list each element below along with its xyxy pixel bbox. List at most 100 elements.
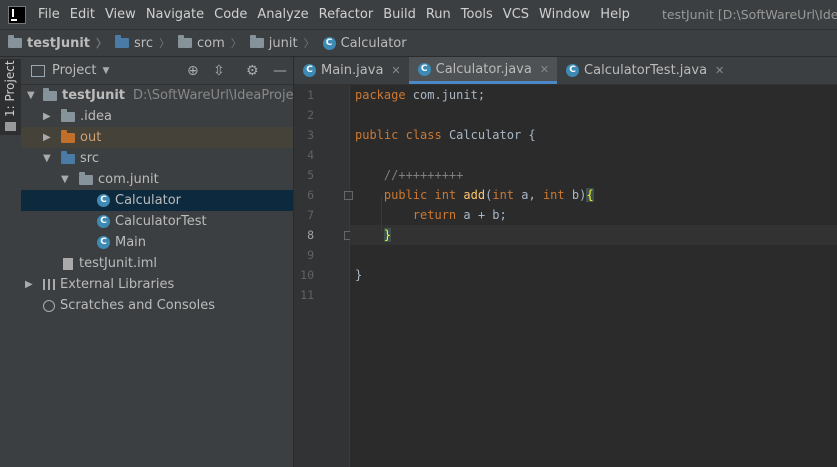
tree-item-out[interactable]: ▶ out [21,127,293,148]
left-tool-strip: 1: Project [0,57,22,467]
project-view-icon [31,64,45,77]
line-number-current: 8 [307,228,314,242]
tab-main-java[interactable]: C Main.java ✕ [294,57,409,84]
chevron-right-icon: 〉 [159,37,170,50]
menu-run[interactable]: Run [426,7,451,22]
menu-window[interactable]: Window [539,7,590,22]
chevron-right-icon: 〉 [303,37,315,50]
scratches-icon [43,299,55,312]
folder-icon [5,122,16,131]
tree-item-idea[interactable]: ▶ .idea [21,106,293,127]
java-main-class-icon: C [97,236,110,249]
breadcrumb: testJunit 〉 src 〉 com 〉 junit 〉 C Calcul… [0,29,837,57]
line-number: 4 [307,148,314,162]
hide-panel-icon[interactable]: — [273,63,287,79]
locate-target-icon[interactable]: ⊕ [187,63,199,79]
caret-line-highlight [350,225,837,245]
close-icon[interactable]: ✕ [391,64,400,77]
menu-edit[interactable]: Edit [70,7,95,22]
breadcrumb-junit[interactable]: junit 〉 [249,35,315,51]
line-number: 11 [300,288,314,302]
code-line-6: public int add(int a, int b){ [383,188,594,202]
project-tool-tab-label: 1: Project [3,60,17,117]
collapse-all-icon[interactable]: ⇳ [213,63,225,79]
java-class-icon: C [97,194,110,207]
code-line-1: package com.junit; [355,88,486,102]
source-folder-icon [115,35,130,48]
project-panel-header: Project ▼ ⊕ ⇳ ⚙ — [21,57,293,85]
java-class-icon: C [417,62,431,76]
tree-item-iml[interactable]: testJunit.iml [21,253,293,274]
breadcrumb-project[interactable]: testJunit 〉 [8,35,107,51]
project-panel: Project ▼ ⊕ ⇳ ⚙ — ▼ testJunit D:\SoftWar… [21,57,294,467]
tree-item-root[interactable]: ▼ testJunit D:\SoftWareUrl\IdeaProjects\… [21,85,293,106]
menu-view[interactable]: View [105,7,136,22]
breadcrumb-src[interactable]: src 〉 [115,35,170,51]
menu-tools[interactable]: Tools [461,7,493,22]
close-icon[interactable]: ✕ [715,64,724,77]
line-number: 7 [307,208,314,222]
breadcrumb-file[interactable]: C Calculator [322,36,407,51]
menu-bar: File Edit View Navigate Code Analyze Ref… [0,0,837,29]
expand-arrow-icon[interactable]: ▼ [61,169,69,190]
menu-file[interactable]: File [38,7,60,22]
tree-item-calculator[interactable]: C Calculator [21,190,293,211]
tab-calculator-java[interactable]: C Calculator.java ✕ [408,57,558,84]
package-icon [178,35,192,48]
iml-file-icon [63,257,73,270]
code-editor[interactable]: package com.junit; public class Calculat… [350,85,837,467]
code-line-8: } [383,228,392,242]
java-test-class-icon: C [97,215,110,228]
collapse-arrow-icon[interactable]: ▶ [43,106,51,127]
chevron-right-icon: 〉 [230,37,242,50]
menu-analyze[interactable]: Analyze [257,7,308,22]
package-icon [249,35,264,48]
chevron-down-icon[interactable]: ▼ [102,66,109,76]
editor-tabs: C Main.java ✕ C Calculator.java ✕ C Calc… [294,57,837,85]
expand-arrow-icon[interactable]: ▼ [27,85,35,106]
menu-build[interactable]: Build [383,7,416,22]
project-view-selector[interactable]: Project [52,63,96,78]
source-folder-icon [61,150,75,164]
line-number: 9 [307,248,314,262]
java-class-icon: C [322,36,336,50]
library-icon [43,279,55,290]
tree-item-external-libraries[interactable]: ▶ External Libraries [21,274,293,295]
menu-navigate[interactable]: Navigate [146,7,204,22]
tree-item-package[interactable]: ▼ com.junit [21,169,293,190]
line-number: 6 [307,188,314,202]
line-number: 10 [300,268,314,282]
tree-item-main[interactable]: C Main [21,232,293,253]
java-test-class-icon: C [566,64,580,77]
intellij-logo-icon [8,5,26,24]
tree-item-src[interactable]: ▼ src [21,148,293,169]
chevron-right-icon: 〉 [96,37,108,50]
collapse-arrow-icon[interactable]: ▶ [25,274,33,295]
package-icon [79,171,93,185]
line-number: 5 [307,168,314,182]
line-number: 2 [307,108,314,122]
editor-area: C Main.java ✕ C Calculator.java ✕ C Calc… [294,57,837,467]
project-folder-icon [8,35,22,48]
tree-item-scratches[interactable]: Scratches and Consoles [21,295,293,316]
close-icon[interactable]: ✕ [540,63,549,76]
code-line-3: public class Calculator { [355,128,536,142]
menu-help[interactable]: Help [600,7,630,22]
expand-arrow-icon[interactable]: ▼ [43,148,51,169]
gear-icon[interactable]: ⚙ [246,63,259,79]
menu-code[interactable]: Code [214,7,247,22]
tab-calculatortest-java[interactable]: C CalculatorTest.java ✕ [557,57,732,84]
breadcrumb-com[interactable]: com 〉 [178,35,242,51]
code-line-7: return a + b; [412,208,507,222]
line-number-gutter[interactable]: 1 2 3 4 5 6 7 8 9 10 11 [294,85,353,467]
tree-item-calculatortest[interactable]: C CalculatorTest [21,211,293,232]
excluded-folder-icon [61,129,75,143]
project-tool-tab[interactable]: 1: Project [0,59,21,135]
code-line-5: //+++++++++ [383,168,464,182]
line-number: 3 [307,128,314,142]
collapse-arrow-icon[interactable]: ▶ [43,127,51,148]
menu-refactor[interactable]: Refactor [319,7,374,22]
menu-vcs[interactable]: VCS [503,7,529,22]
java-main-class-icon: C [303,64,316,77]
line-number: 1 [307,88,314,102]
